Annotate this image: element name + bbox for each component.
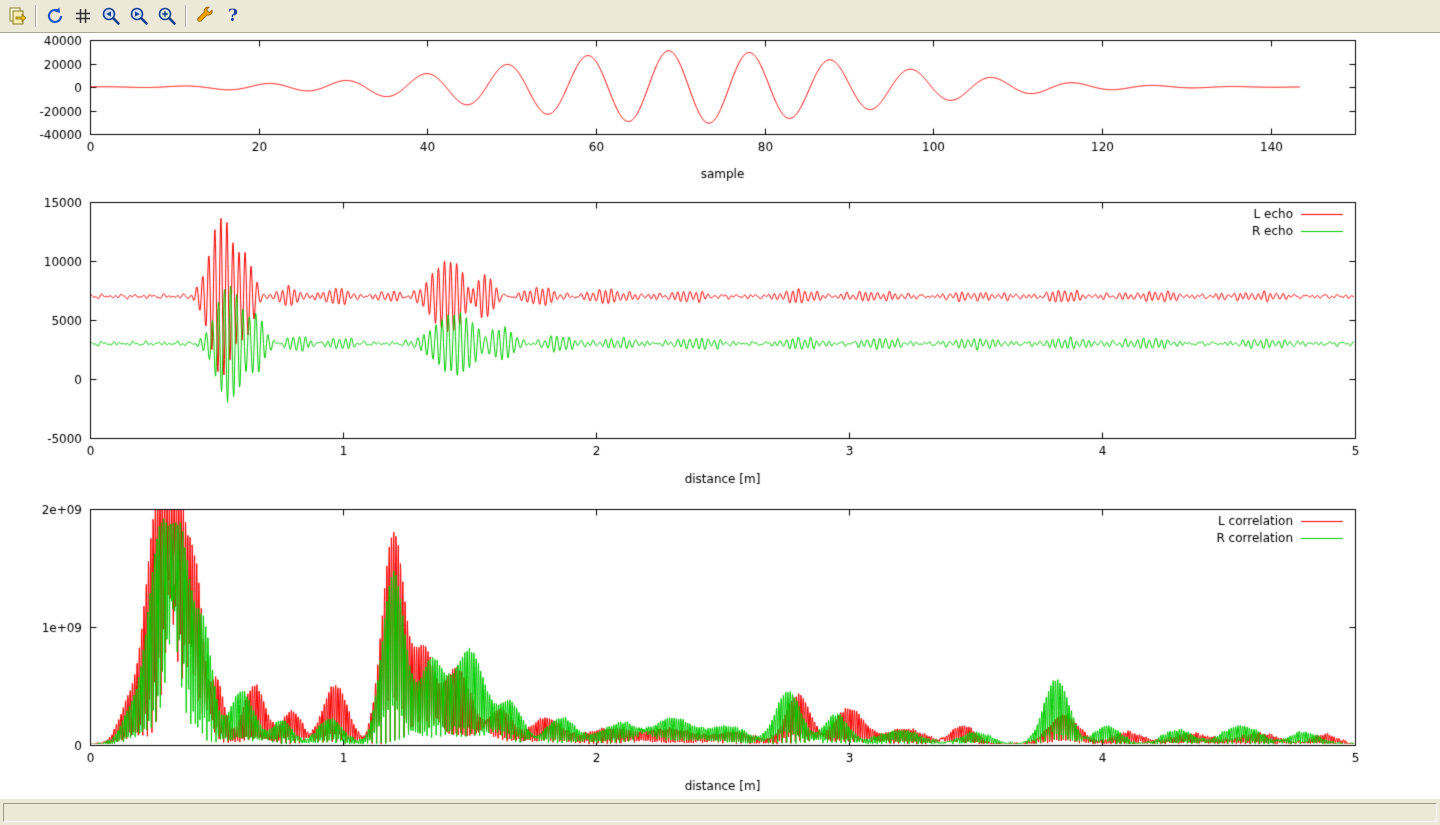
- status-text: [3, 803, 1437, 822]
- correlation-chart[interactable]: [0, 502, 1440, 798]
- waveform-chart[interactable]: [0, 33, 1440, 195]
- autoscale-button[interactable]: [154, 3, 180, 29]
- autoscale-magnifier-icon: [157, 6, 177, 26]
- zoom-previous-button[interactable]: [98, 3, 124, 29]
- copy-plot-button[interactable]: [4, 3, 30, 29]
- replot-button[interactable]: [42, 3, 68, 29]
- toolbar-separator: [35, 5, 37, 27]
- grid-icon: [73, 6, 93, 26]
- clipboard-icon: [7, 6, 27, 26]
- help-icon: ?: [228, 8, 238, 25]
- plot-area: [0, 33, 1440, 798]
- toolbar: ?: [0, 0, 1440, 33]
- configure-button[interactable]: [192, 3, 218, 29]
- status-bar: [0, 798, 1440, 825]
- refresh-icon: [45, 6, 65, 26]
- zoom-next-button[interactable]: [126, 3, 152, 29]
- zoom-next-icon: [129, 6, 149, 26]
- echo-chart[interactable]: [0, 195, 1440, 502]
- zoom-previous-icon: [101, 6, 121, 26]
- help-button[interactable]: ?: [220, 3, 246, 29]
- toolbar-separator: [185, 5, 187, 27]
- toggle-grid-button[interactable]: [70, 3, 96, 29]
- wrench-icon: [195, 6, 215, 26]
